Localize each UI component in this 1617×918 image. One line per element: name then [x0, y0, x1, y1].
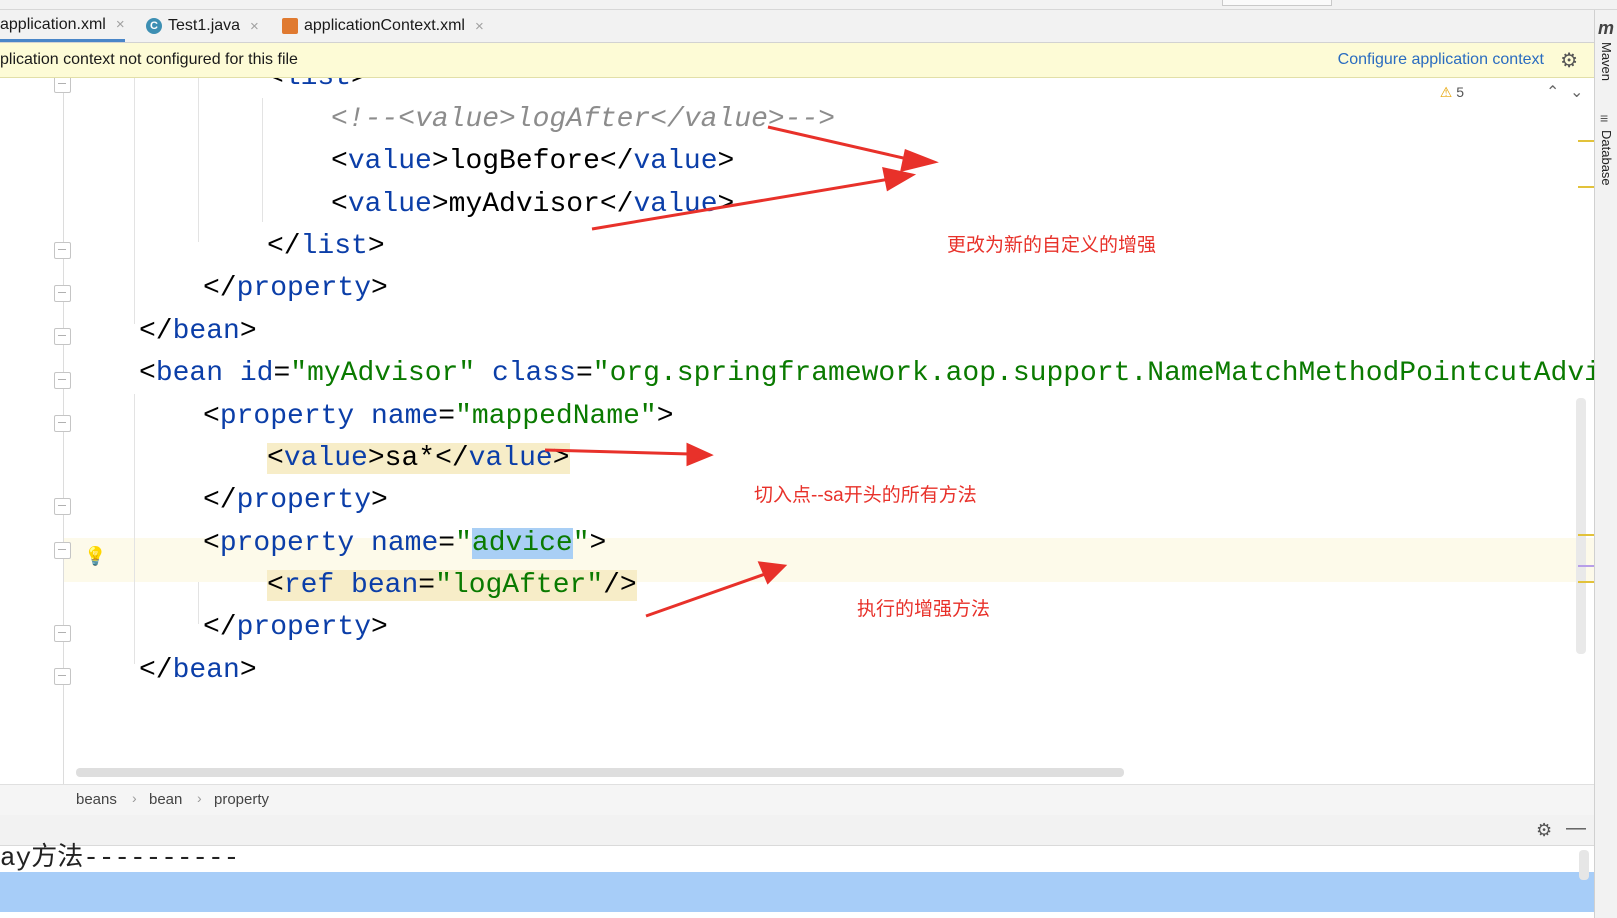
window-top-strip — [0, 0, 1617, 10]
breadcrumb-item-beans[interactable]: beans — [76, 791, 117, 808]
right-tool-strip: m Maven ≡ Database — [1594, 10, 1617, 918]
java-class-icon: C — [146, 18, 162, 34]
tab-label: Test1.java — [168, 17, 241, 34]
configure-context-link[interactable]: Configure application context — [1338, 51, 1544, 69]
arrow-head — [686, 442, 714, 467]
maven-tool-button[interactable]: Maven — [1599, 42, 1614, 81]
close-icon[interactable]: × — [475, 18, 484, 35]
tab-test1-java[interactable]: C Test1.java × — [146, 10, 259, 42]
editor-tab-bar: application.xml × C Test1.java × applica… — [0, 10, 1594, 43]
xml-file-icon — [282, 18, 298, 34]
console-output[interactable]: ay方法---------- — [0, 843, 1613, 918]
console-scrollbar[interactable] — [1579, 850, 1589, 880]
gear-icon[interactable]: ⚙ — [1536, 820, 1552, 841]
maven-icon[interactable]: m — [1598, 18, 1614, 39]
tab-label: applicationContext.xml — [304, 17, 465, 34]
breadcrumb-item-property[interactable]: property — [214, 791, 269, 808]
breadcrumb-separator: › — [197, 790, 202, 806]
breadcrumb-separator: › — [132, 790, 137, 806]
database-icon[interactable]: ≡ — [1600, 110, 1608, 126]
gear-icon[interactable]: ⚙ — [1560, 48, 1578, 73]
console-text: ay方法---------- — [0, 843, 240, 873]
tab-applicationcontext-xml[interactable]: applicationContext.xml × — [282, 10, 484, 42]
toolbar-remnant — [1222, 0, 1332, 6]
breadcrumb: beans › bean › property — [0, 784, 1594, 816]
console-selected-line — [0, 872, 1594, 912]
banner-message: plication context not configured for thi… — [0, 51, 298, 68]
annotation-arrow — [767, 125, 913, 162]
annotation-arrows — [544, 125, 939, 618]
minimize-icon[interactable]: — — [1566, 817, 1586, 840]
arrow-head — [882, 167, 917, 192]
close-icon[interactable]: × — [116, 16, 125, 33]
annotation-arrow — [591, 177, 891, 231]
arrow-head — [757, 561, 788, 585]
arrow-head — [900, 148, 939, 173]
breadcrumb-item-bean[interactable]: bean — [149, 791, 182, 808]
annotation-arrow — [645, 571, 769, 618]
code-editor[interactable]: 💡 ⚠ 5 ⌃ ⌄ <list> <!--<value>logAfter</va… — [0, 78, 1594, 784]
database-tool-button[interactable]: Database — [1599, 130, 1614, 186]
annotation-arrow — [544, 448, 691, 456]
notification-banner: plication context not configured for thi… — [0, 43, 1594, 78]
tab-application-xml[interactable]: application.xml × — [0, 10, 125, 42]
close-icon[interactable]: × — [250, 18, 259, 35]
tab-label: application.xml — [0, 15, 106, 33]
